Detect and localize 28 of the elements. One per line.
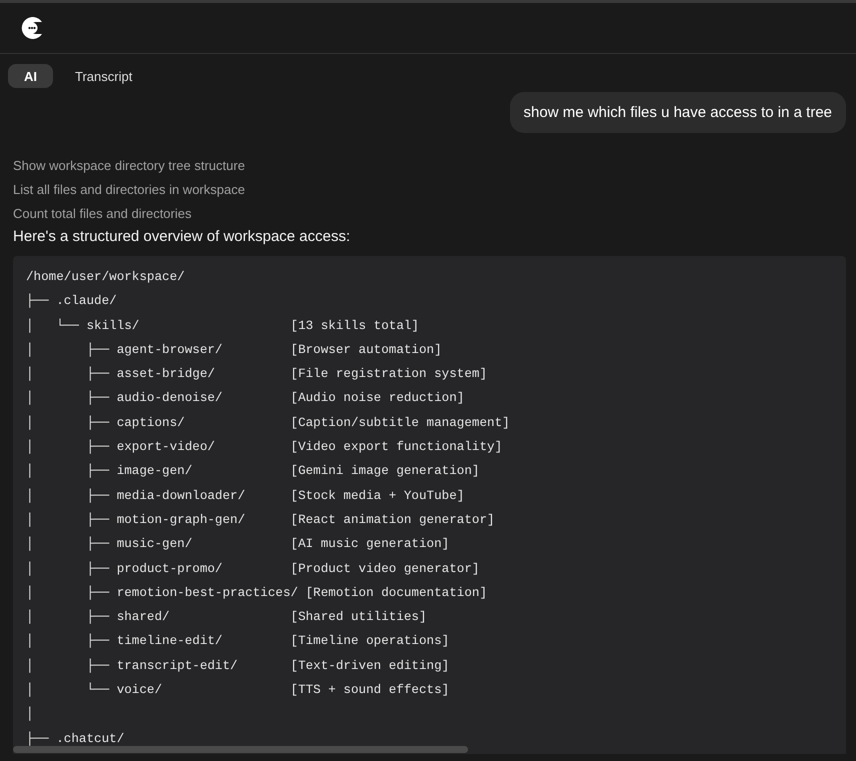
- code-line: │ └── skills/ [13 skills total]: [26, 318, 419, 333]
- code-line: ├── .claude/: [26, 294, 117, 308]
- code-line: │ ├── remotion-best-practices/ [Remotion documentation]: [26, 586, 488, 600]
- code-line: │ ├── motion-graph-gen/ [React animation generator]: [26, 512, 495, 527]
- code-line: │ ├── product-promo/ [Product video generator]: [26, 562, 480, 576]
- code-line: │ ├── export-video/ [Video export functionality]: [26, 440, 502, 454]
- code-line: │ ├── agent-browser/ [Browser automation]: [26, 342, 442, 357]
- code-line: │ ├── asset-bridge/ [File registration system]: [26, 367, 488, 382]
- tab[interactable]: Transcript: [59, 64, 148, 88]
- code-line: │ ├── music-gen/ [AI music generation]: [26, 537, 450, 552]
- code-line: │ ├── captions/ [Caption/subtitle management]: [26, 416, 510, 430]
- tool-step: List all files and directories in workspace: [13, 181, 846, 198]
- code-line: │ └── voice/ [TTS + sound effects]: [26, 683, 450, 698]
- response-heading: Here's a structured overview of workspace access:: [13, 228, 352, 245]
- code-line: │ ├── audio-denoise/ [Audio noise reduction]: [26, 391, 464, 406]
- tool-step: Count total files and directories: [13, 205, 846, 222]
- code-line: │ ├── image-gen/ [Gemini image generation]: [26, 464, 480, 478]
- code-line: │ ├── media-downloader/ [Stock media + YouTube]: [26, 488, 464, 503]
- scrollbar-thumb[interactable]: [13, 746, 468, 753]
- tab[interactable]: AI: [8, 64, 53, 88]
- tool-step: Show workspace directory tree structure: [13, 157, 846, 174]
- user-message: show me which files u have access to in a tree: [510, 92, 846, 133]
- code-line: ├── .chatcut/: [26, 732, 124, 746]
- code-line: /home/user/workspace/: [26, 270, 185, 284]
- code-line: │ ├── shared/ [Shared utilities]: [26, 610, 427, 624]
- code-line: │ ├── timeline-edit/ [Timeline operations]: [26, 634, 450, 648]
- code-line: │ ├── transcript-edit/ [Text-driven editing]: [26, 658, 450, 673]
- code-line: │: [26, 707, 34, 722]
